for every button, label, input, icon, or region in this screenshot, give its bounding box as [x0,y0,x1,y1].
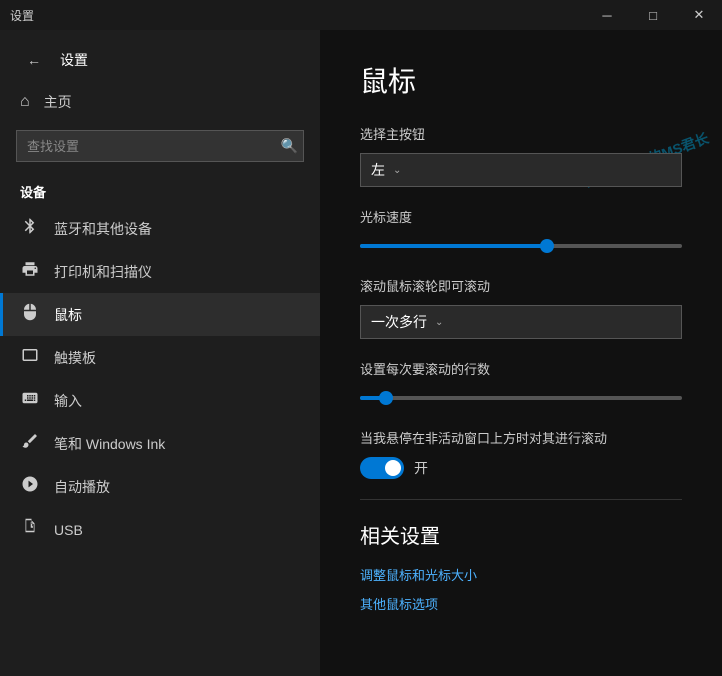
titlebar-left: 设置 [10,7,34,24]
back-button[interactable]: ← [20,46,48,74]
app-container: ← 设置 ⌂ 主页 🔍 设备 蓝牙和其他设备 打印机和扫描仪 [0,30,722,676]
primary-button-dropdown[interactable]: 左 ⌄ [360,153,682,187]
sidebar-item-autoplay[interactable]: 自动播放 [0,465,320,508]
bluetooth-label: 蓝牙和其他设备 [54,219,152,239]
titlebar: 设置 ─ □ ✕ [0,0,722,30]
search-icon[interactable]: 🔍 [281,138,298,155]
autoplay-icon [20,475,40,498]
cursor-speed-track [360,244,682,248]
sidebar-item-bluetooth[interactable]: 蓝牙和其他设备 [0,207,320,250]
primary-button-value: 左 [371,160,385,180]
usb-icon [20,518,40,541]
cursor-speed-section: 光标速度 [360,207,682,256]
touchpad-label: 触摸板 [54,348,96,368]
scroll-lines-track [360,396,682,400]
usb-label: USB [54,522,83,538]
sidebar-header: ← 设置 [0,30,320,82]
bluetooth-icon [20,217,40,240]
sidebar-item-printer[interactable]: 打印机和扫描仪 [0,250,320,293]
sidebar-app-title: 设置 [60,50,88,70]
sidebar-item-input[interactable]: 输入 [0,379,320,422]
primary-button-section: 选择主按钮 左 ⌄ [360,124,682,187]
scroll-dropdown[interactable]: 一次多行 ⌄ [360,305,682,339]
scroll-lines-thumb[interactable] [379,391,393,405]
hover-label: 当我悬停在非活动窗口上方时对其进行滚动 [360,428,682,447]
hover-toggle-label: 开 [414,458,428,478]
sidebar-item-ink[interactable]: 笔和 Windows Ink [0,422,320,465]
cursor-speed-slider[interactable] [360,236,682,256]
maximize-button[interactable]: □ [630,0,676,30]
back-arrow-icon: ← [27,52,41,68]
toggle-knob [385,460,401,476]
autoplay-label: 自动播放 [54,477,110,497]
input-label: 输入 [54,391,82,411]
scroll-section: 滚动鼠标滚轮即可滚动 一次多行 ⌄ [360,276,682,339]
cursor-speed-thumb[interactable] [540,239,554,253]
pen-icon [20,432,40,455]
hover-toggle-row: 开 [360,457,682,479]
printer-label: 打印机和扫描仪 [54,262,152,282]
titlebar-title: 设置 [10,7,34,24]
scroll-lines-section: 设置每次要滚动的行数 [360,359,682,408]
divider [360,499,682,500]
page-title: 鼠标 [360,60,682,100]
scroll-lines-slider[interactable] [360,388,682,408]
search-box: 🔍 [16,130,304,162]
cursor-speed-fill [360,244,547,248]
hover-section: 当我悬停在非活动窗口上方时对其进行滚动 开 [360,428,682,479]
mouse-icon [20,303,40,326]
sidebar-home-label: 主页 [44,92,72,112]
related-link-1[interactable]: 调整鼠标和光标大小 [360,565,682,584]
sidebar-home-item[interactable]: ⌂ 主页 [0,82,320,122]
close-button[interactable]: ✕ [676,0,722,30]
scroll-label: 滚动鼠标滚轮即可滚动 [360,276,682,295]
related-settings-title: 相关设置 [360,520,682,549]
titlebar-controls: ─ □ ✕ [584,0,722,30]
search-input[interactable] [16,130,304,162]
cursor-speed-label: 光标速度 [360,207,682,226]
printer-icon [20,260,40,283]
sidebar: ← 设置 ⌂ 主页 🔍 设备 蓝牙和其他设备 打印机和扫描仪 [0,30,320,676]
related-link-2[interactable]: 其他鼠标选项 [360,594,682,613]
minimize-button[interactable]: ─ [584,0,630,30]
ink-label: 笔和 Windows Ink [54,434,165,454]
primary-button-label: 选择主按钮 [360,124,682,143]
related-settings-section: 相关设置 调整鼠标和光标大小 其他鼠标选项 [360,520,682,613]
sidebar-item-mouse[interactable]: 鼠标 [0,293,320,336]
scroll-dropdown-arrow-icon: ⌄ [435,317,443,328]
sidebar-item-touchpad[interactable]: 触摸板 [0,336,320,379]
mouse-label: 鼠标 [54,305,82,325]
dropdown-arrow-icon: ⌄ [393,165,401,176]
scroll-lines-label: 设置每次要滚动的行数 [360,359,682,378]
touchpad-icon [20,346,40,369]
scroll-value: 一次多行 [371,312,427,332]
sidebar-item-usb[interactable]: USB [0,508,320,551]
input-icon [20,389,40,412]
main-content: 快转Win10的MS君长 鼠标 选择主按钮 左 ⌄ 光标速度 滚动鼠标滚轮即可滚… [320,30,722,676]
section-label: 设备 [0,170,320,207]
home-icon: ⌂ [20,93,30,111]
hover-toggle[interactable] [360,457,404,479]
